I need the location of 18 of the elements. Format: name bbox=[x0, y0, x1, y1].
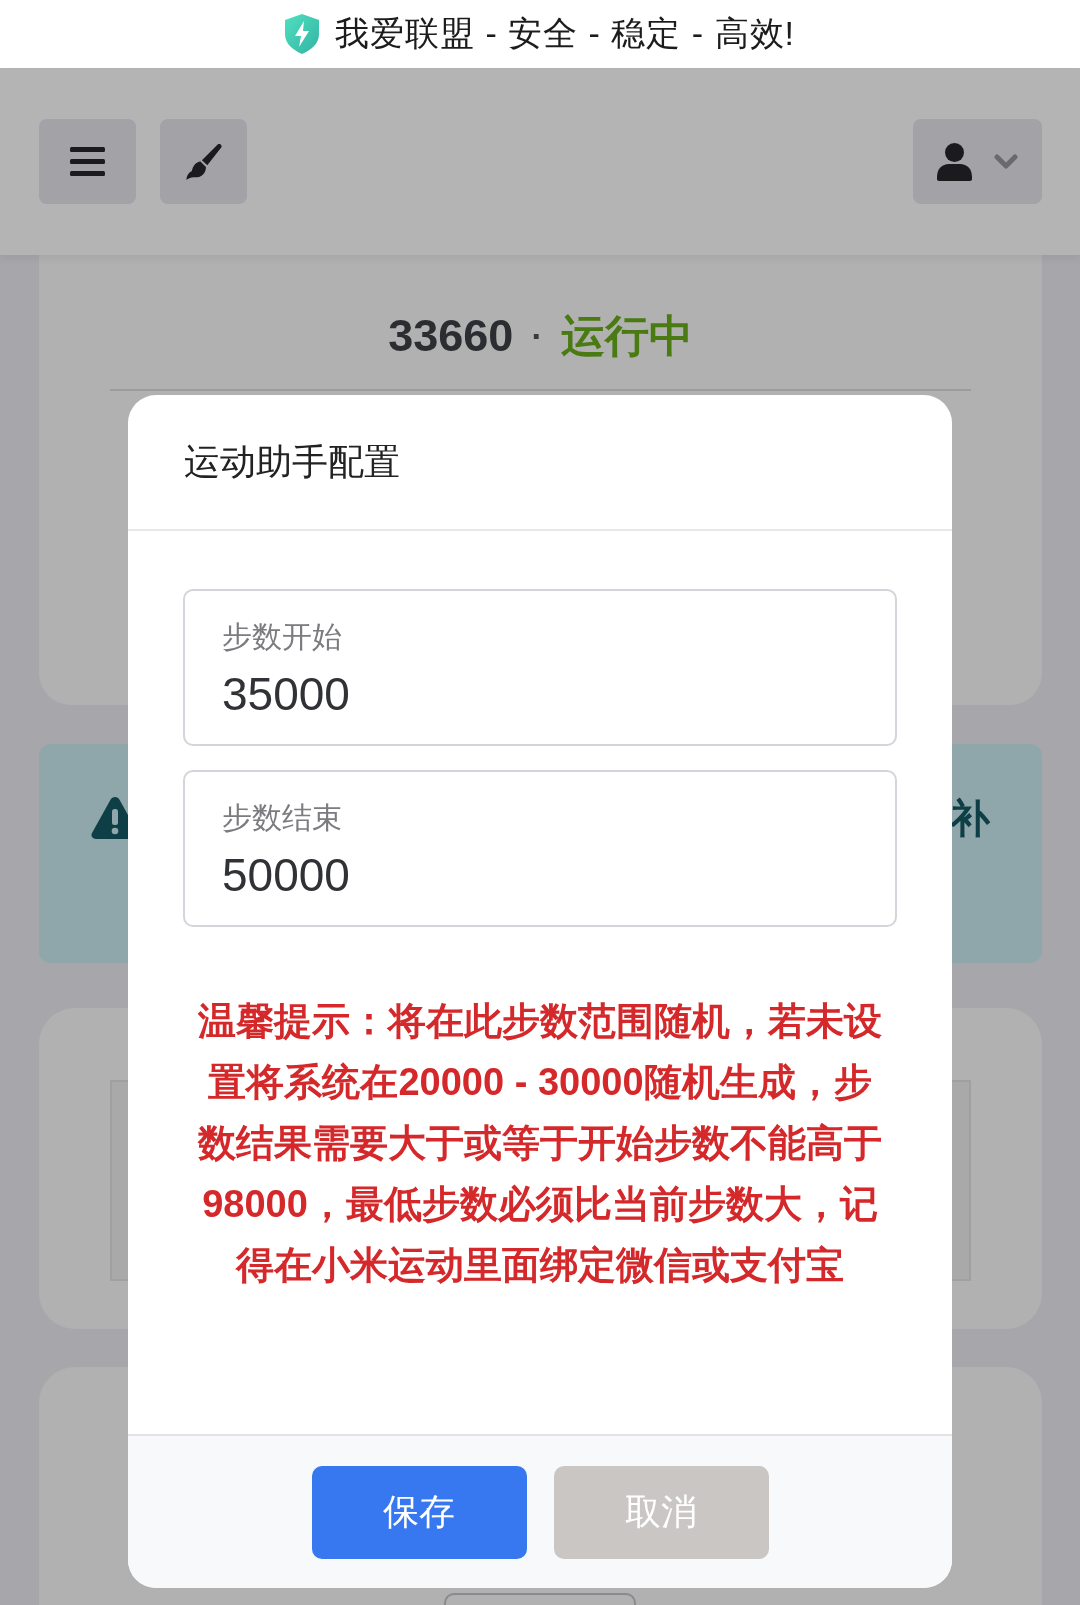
chevron-down-icon bbox=[994, 153, 1018, 170]
paintbrush-icon bbox=[184, 142, 223, 181]
notice-text: 温馨提示：将在此步数范围随机，若未设置将系统在20000 - 30000随机生成，步数结果需要大于或等于开始步数不能高于98000，最低步数必须比当前步数大，记得在小米运动里面绑定微信或支付宝 bbox=[196, 999, 883, 1288]
dialog-title: 运动助手配置 bbox=[184, 439, 400, 484]
input-field[interactable]: 步数开始 35000 bbox=[183, 589, 897, 746]
banner-title: 我爱联盟 - 安全 - 稳定 - 高效! bbox=[334, 13, 796, 54]
input-field[interactable]: 步数结束 50000 bbox=[183, 770, 897, 927]
brush-button[interactable] bbox=[160, 119, 247, 204]
status-text: 运行中 bbox=[560, 309, 693, 362]
shield-bolt-icon bbox=[284, 14, 319, 54]
step-count: 33660 bbox=[388, 310, 514, 362]
alert-text: 补 bbox=[950, 796, 990, 840]
user-icon bbox=[937, 142, 972, 181]
user-menu-button[interactable] bbox=[913, 119, 1042, 204]
menu-button[interactable] bbox=[39, 119, 136, 204]
save-button[interactable]: 保存 bbox=[311, 1465, 527, 1559]
separator: · bbox=[531, 316, 543, 356]
menu-icon bbox=[70, 147, 105, 176]
